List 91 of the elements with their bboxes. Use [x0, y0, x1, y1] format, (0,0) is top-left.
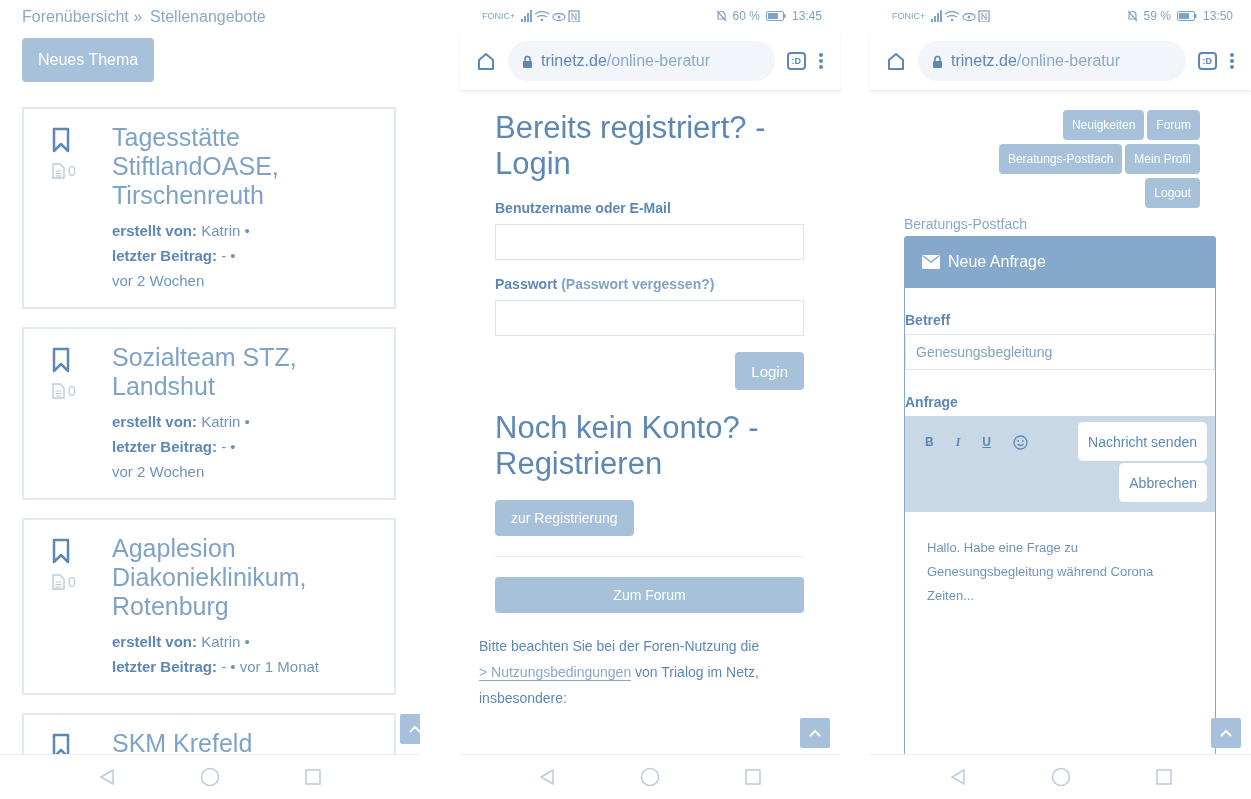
menu-icon[interactable] — [818, 52, 824, 70]
password-label: Passwort — [495, 276, 558, 292]
register-button[interactable]: zur Registrierung — [495, 500, 634, 536]
back-icon[interactable] — [538, 768, 556, 786]
password-field[interactable] — [495, 300, 804, 336]
topic-meta: letzter Beitrag: - • — [112, 246, 237, 266]
subject-field[interactable]: Genesungsbegleitung — [905, 334, 1215, 370]
battery-icon — [1176, 11, 1197, 21]
caret-up-icon — [1220, 729, 1232, 737]
back-icon[interactable] — [98, 768, 116, 786]
message-label: Anfrage — [905, 394, 959, 410]
forum-button[interactable]: Zum Forum — [495, 577, 804, 613]
bookmark-icon[interactable] — [52, 733, 70, 754]
lock-icon — [522, 54, 533, 68]
document-icon — [52, 163, 65, 179]
post-count: 0 — [68, 163, 76, 179]
address-field[interactable]: trinetz.de/online-beratur — [918, 41, 1186, 81]
message-field[interactable]: Hallo. Habe eine Frage zu Genesungsbegleitung während Corona Zeiten... — [905, 512, 1215, 632]
topic-meta: erstellt von: Katrin • — [112, 632, 251, 652]
tab-switcher-button[interactable]: :D — [1197, 52, 1217, 70]
new-topic-button[interactable]: Neues Thema — [22, 38, 155, 82]
panel-title: Neue Anfrage — [948, 253, 1046, 271]
topic-meta: erstellt von: Katrin • — [112, 221, 251, 241]
topic-meta: vor 2 Wochen — [112, 462, 206, 482]
status-icons-drawing — [521, 10, 582, 22]
post-count: 0 — [68, 383, 76, 399]
breadcrumb-link[interactable]: Beratungs-Postfach — [904, 216, 1216, 232]
nav-button[interactable]: Logout — [1145, 178, 1200, 208]
recents-icon[interactable] — [744, 768, 762, 786]
battery-icon — [765, 11, 786, 21]
underline-button[interactable]: U — [982, 435, 991, 449]
muted-bell-icon — [1126, 10, 1138, 22]
muted-bell-icon — [715, 10, 727, 22]
topic-meta: vor 2 Wochen — [112, 271, 206, 291]
topic-meta: erstellt von: Katrin • — [112, 412, 251, 432]
topic-meta: letzter Beitrag: - • vor 1 Monat — [112, 657, 320, 677]
topic-title[interactable]: Tagesstätte StiftlandOASE, Tirschenreuth — [112, 123, 382, 210]
breadcrumb-link[interactable]: Forenübersicht » — [22, 8, 143, 26]
bookmark-icon[interactable] — [52, 538, 70, 564]
forgot-password-link[interactable]: (Passwort vergessen?) — [561, 276, 715, 292]
document-icon — [52, 574, 65, 590]
topic-title[interactable]: SKM Krefeld — [112, 729, 253, 754]
battery-percent: 60 % — [732, 9, 760, 23]
bold-button[interactable]: B — [925, 435, 934, 449]
clock: 13:45 — [791, 9, 822, 23]
subject-label: Betreff — [905, 312, 952, 328]
login-heading: Bereits registriert? - Login — [495, 110, 767, 182]
home-icon[interactable] — [1050, 767, 1071, 787]
recents-icon[interactable] — [304, 768, 322, 786]
lock-icon — [932, 54, 943, 68]
tab-switcher-button[interactable]: :D — [786, 52, 806, 70]
bookmark-icon[interactable] — [52, 127, 70, 153]
send-button[interactable]: Nachricht senden — [1078, 422, 1207, 461]
nav-button[interactable]: Forum — [1147, 110, 1200, 140]
status-icons-drawing — [931, 10, 992, 22]
nav-button[interactable]: Mein Profil — [1125, 144, 1200, 174]
topic-meta: letzter Beitrag: - • — [112, 437, 237, 457]
register-heading: Noch kein Konto? - Registrieren — [495, 410, 760, 482]
username-field[interactable] — [495, 224, 804, 260]
battery-percent: 59 % — [1143, 9, 1171, 23]
home-icon[interactable] — [640, 767, 660, 787]
home-icon[interactable] — [886, 51, 906, 71]
menu-icon[interactable] — [1229, 52, 1235, 70]
back-icon[interactable] — [948, 768, 967, 786]
terms-link[interactable]: > Nutzungsbedingungen — [479, 664, 632, 681]
scroll-top-button[interactable] — [1211, 718, 1241, 748]
carrier-name: FONIC+ — [892, 11, 926, 21]
username-label: Benutzername oder E-Mail — [495, 200, 672, 216]
caret-up-icon — [409, 725, 420, 733]
terms-notice: Bitte beachten Sie bei der Foren-Nutzung die > Nutzungsbedingungen von Trialog im Netz, insbesondere: — [479, 637, 761, 708]
document-icon — [52, 383, 65, 399]
clock: 13:50 — [1202, 9, 1233, 23]
nav-button[interactable]: Neuigkeiten — [1062, 110, 1145, 140]
login-button[interactable]: Login — [735, 352, 804, 390]
home-icon[interactable] — [476, 51, 496, 71]
address-field[interactable]: trinetz.de/online-beratur — [508, 41, 775, 81]
smiley-icon[interactable] — [1013, 434, 1028, 450]
italic-button[interactable]: I — [955, 434, 961, 450]
scroll-top-button[interactable] — [800, 718, 830, 748]
recents-icon[interactable] — [1154, 768, 1173, 786]
caret-up-icon — [809, 729, 821, 737]
post-count: 0 — [68, 574, 76, 590]
envelope-icon — [922, 255, 940, 269]
home-icon[interactable] — [200, 767, 220, 787]
cancel-button[interactable]: Abbrechen — [1119, 463, 1207, 502]
breadcrumb-link[interactable]: Stellenangebote — [150, 8, 266, 26]
topic-title[interactable]: Sozialteam STZ, Landshut — [112, 343, 382, 401]
nav-button[interactable]: Beratungs-Postfach — [998, 144, 1123, 174]
topic-title[interactable]: Agaplesion Diakonieklinikum, Rotenburg — [112, 534, 382, 621]
bookmark-icon[interactable] — [52, 347, 70, 373]
carrier-name: FONIC+ — [482, 11, 516, 21]
